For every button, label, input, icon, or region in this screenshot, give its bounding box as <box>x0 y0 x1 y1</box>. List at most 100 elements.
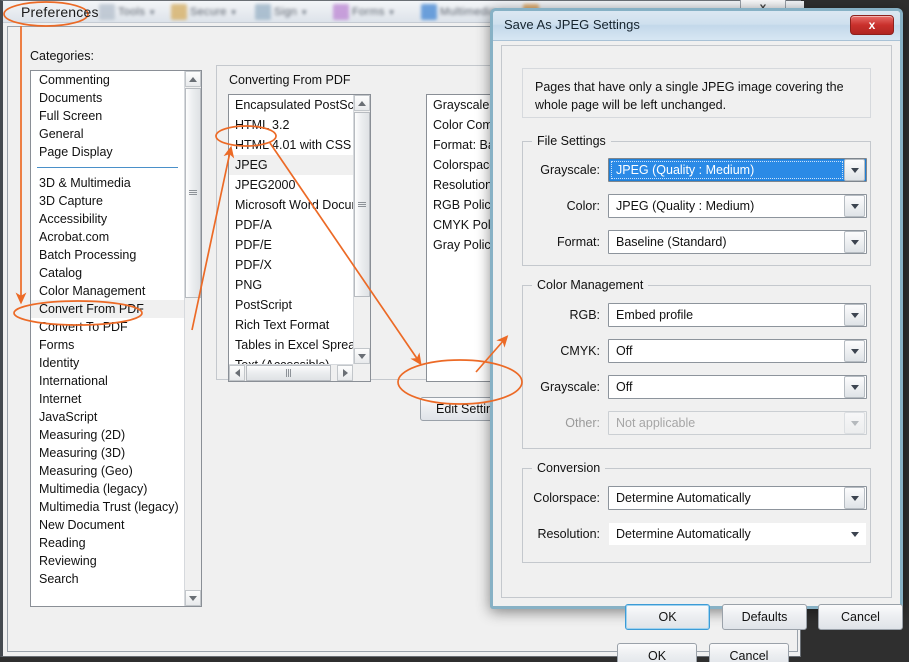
list-item[interactable]: HTML 4.01 with CSS 1.0 <box>229 135 353 155</box>
grip-icon <box>189 190 197 196</box>
list-item[interactable]: General <box>31 125 184 143</box>
scrollbar-thumb[interactable] <box>246 365 331 381</box>
combo-value: Determine Automatically <box>609 491 844 505</box>
list-item[interactable]: Forms <box>31 336 184 354</box>
list-item[interactable]: International <box>31 372 184 390</box>
list-item[interactable]: Multimedia (legacy) <box>31 480 184 498</box>
combo-value: Not applicable <box>609 416 844 430</box>
list-item[interactable]: Reading <box>31 534 184 552</box>
chevron-down-icon[interactable] <box>844 487 865 509</box>
caret-left-icon <box>235 369 240 377</box>
scroll-down-button[interactable] <box>354 348 370 364</box>
scrollbar-thumb[interactable] <box>354 112 370 297</box>
preferences-cancel-button[interactable]: Cancel <box>709 643 789 662</box>
list-item[interactable]: Rich Text Format <box>229 315 353 335</box>
chevron-down-icon[interactable] <box>844 159 865 181</box>
list-item[interactable]: Page Display <box>31 143 184 161</box>
file-grayscale-combo[interactable]: JPEG (Quality : Medium) <box>608 158 867 182</box>
file-format-combo[interactable]: Baseline (Standard) <box>608 230 867 254</box>
list-item[interactable]: HTML 3.2 <box>229 115 353 135</box>
chevron-down-icon[interactable] <box>844 304 865 326</box>
chevron-down-icon[interactable] <box>844 523 865 545</box>
scrollbar-thumb[interactable] <box>185 88 201 298</box>
list-item[interactable]: JavaScript <box>31 408 184 426</box>
scroll-up-button[interactable] <box>354 95 370 111</box>
scroll-up-button[interactable] <box>185 71 201 87</box>
caret-down-icon <box>358 354 366 359</box>
list-item[interactable]: PDF/A <box>229 215 353 235</box>
list-item[interactable]: JPEG2000 <box>229 175 353 195</box>
scroll-right-button[interactable] <box>337 365 353 381</box>
list-item[interactable]: Multimedia Trust (legacy) <box>31 498 184 516</box>
format-vertical-scrollbar[interactable] <box>353 95 370 364</box>
chevron-down-icon[interactable] <box>844 195 865 217</box>
list-item[interactable]: Search <box>31 570 184 588</box>
list-item[interactable]: PNG <box>229 275 353 295</box>
toolbar-item-forms[interactable]: Forms ▼ <box>333 3 396 21</box>
list-item[interactable]: Color Management <box>31 282 184 300</box>
cm-rgb-combo[interactable]: Embed profile <box>608 303 867 327</box>
list-item[interactable]: Measuring (Geo) <box>31 462 184 480</box>
file-color-combo[interactable]: JPEG (Quality : Medium) <box>608 194 867 218</box>
list-item[interactable]: 3D & Multimedia <box>31 174 184 192</box>
dialog-cancel-button[interactable]: Cancel <box>818 604 903 630</box>
scrollbar-corner <box>353 364 370 381</box>
format-horizontal-scrollbar[interactable] <box>229 364 353 381</box>
list-item[interactable]: PostScript <box>229 295 353 315</box>
dialog-ok-button[interactable]: OK <box>625 604 710 630</box>
list-item-jpeg[interactable]: JPEG <box>229 155 353 175</box>
list-item[interactable]: Catalog <box>31 264 184 282</box>
combo-value: Determine Automatically <box>609 527 844 541</box>
categories-scrollbar[interactable] <box>184 71 201 606</box>
list-item[interactable]: Identity <box>31 354 184 372</box>
list-item[interactable]: Encapsulated PostScrip <box>229 95 353 115</box>
preferences-ok-button[interactable]: OK <box>617 643 697 662</box>
caret-right-icon <box>343 369 348 377</box>
grayscale-label: Grayscale: <box>522 163 600 177</box>
chevron-down-icon: ▼ <box>300 8 308 17</box>
list-item[interactable]: Batch Processing <box>31 246 184 264</box>
list-item[interactable]: Acrobat.com <box>31 228 184 246</box>
list-item[interactable]: PDF/X <box>229 255 353 275</box>
save-as-jpeg-settings-dialog: Save As JPEG Settings x Pages that have … <box>490 8 903 609</box>
chevron-down-icon: ▼ <box>148 8 156 17</box>
chevron-down-icon[interactable] <box>844 231 865 253</box>
chevron-down-icon[interactable] <box>844 340 865 362</box>
list-item[interactable]: Convert To PDF <box>31 318 184 336</box>
scroll-left-button[interactable] <box>229 365 245 381</box>
toolbar-item-sign[interactable]: Sign ▼ <box>255 3 308 21</box>
dialog-titlebar[interactable]: Save As JPEG Settings x <box>493 11 900 41</box>
list-item[interactable]: New Document <box>31 516 184 534</box>
list-item[interactable]: Full Screen <box>31 107 184 125</box>
sidebar-item-convert-from-pdf[interactable]: Convert From PDF <box>31 300 184 318</box>
toolbar-item-secure[interactable]: Secure ▼ <box>171 3 238 21</box>
list-item[interactable]: Commenting <box>31 71 184 89</box>
list-item[interactable]: Reviewing <box>31 552 184 570</box>
list-item[interactable]: Measuring (3D) <box>31 444 184 462</box>
conversion-resolution-combo[interactable]: Determine Automatically <box>608 522 867 546</box>
list-item[interactable]: Internet <box>31 390 184 408</box>
dialog-close-button[interactable]: x <box>850 15 894 35</box>
list-item[interactable]: Documents <box>31 89 184 107</box>
page-title: Preferences <box>21 4 99 20</box>
toolbar-item-tools[interactable]: Tools ▼ <box>99 3 156 21</box>
categories-listbox[interactable]: Commenting Documents Full Screen General… <box>30 70 202 607</box>
list-separator <box>31 161 184 174</box>
list-item[interactable]: Microsoft Word Docum <box>229 195 353 215</box>
format-listbox[interactable]: Encapsulated PostScrip HTML 3.2 HTML 4.0… <box>228 94 371 382</box>
cm-grayscale-combo[interactable]: Off <box>608 375 867 399</box>
cm-cmyk-combo[interactable]: Off <box>608 339 867 363</box>
chevron-down-icon[interactable] <box>844 376 865 398</box>
list-item[interactable]: PDF/E <box>229 235 353 255</box>
conversion-colorspace-combo[interactable]: Determine Automatically <box>608 486 867 510</box>
list-item[interactable]: Accessibility <box>31 210 184 228</box>
list-item[interactable]: Text (Accessible) <box>229 355 353 364</box>
dialog-defaults-button[interactable]: Defaults <box>722 604 807 630</box>
scroll-down-button[interactable] <box>185 590 201 606</box>
dialog-body: Pages that have only a single JPEG image… <box>493 41 900 606</box>
list-item[interactable]: 3D Capture <box>31 192 184 210</box>
list-item[interactable]: Tables in Excel Spreads <box>229 335 353 355</box>
chevron-down-icon: ▼ <box>388 8 396 17</box>
list-item[interactable]: Measuring (2D) <box>31 426 184 444</box>
color-label: Color: <box>522 199 600 213</box>
